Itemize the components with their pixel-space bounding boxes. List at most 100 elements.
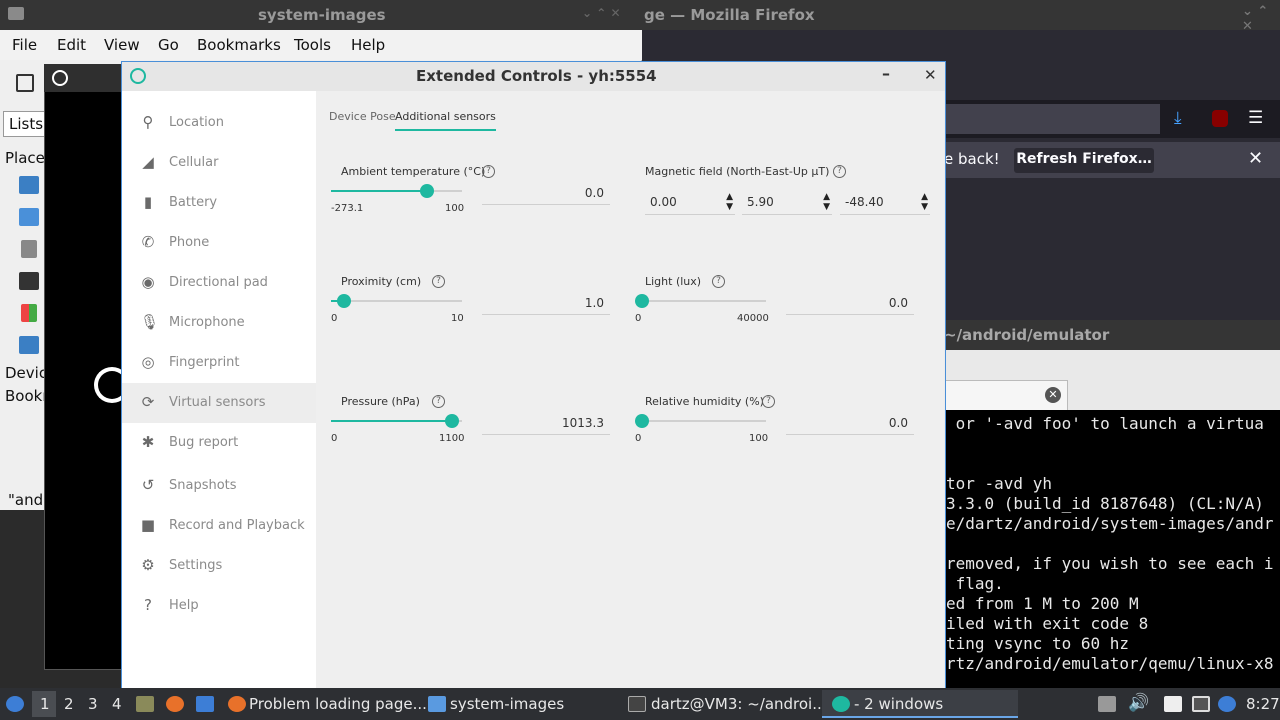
humidity-input[interactable]: 0.0 — [786, 413, 914, 435]
workspace-4[interactable]: 4 — [112, 695, 122, 713]
updates-icon[interactable] — [1218, 696, 1236, 712]
proximity-input[interactable]: 1.0 — [482, 293, 610, 315]
volume-icon[interactable]: 🔊 — [1128, 693, 1149, 713]
menu-tools[interactable]: Tools — [294, 36, 331, 54]
pressure-slider[interactable] — [444, 414, 459, 428]
file-manager-launcher-icon[interactable] — [136, 696, 154, 712]
pressure-input[interactable]: 1013.3 — [482, 413, 610, 435]
folder-task-icon — [428, 696, 446, 712]
refresh-firefox-button[interactable]: Refresh Firefox… — [1014, 148, 1154, 173]
help-icon[interactable]: ? — [712, 275, 725, 288]
help-icon[interactable]: ? — [762, 395, 775, 408]
terminal-line: ed from 1 M to 200 M — [946, 594, 1139, 613]
magnetic-y-input[interactable]: 5.90 ▲ ▼ — [742, 191, 832, 215]
window-controls: ⌄ ⌃ ✕ — [582, 6, 621, 20]
nav-cellular[interactable]: ◢ Cellular — [122, 143, 316, 183]
workspace-1[interactable]: 1 — [40, 695, 50, 713]
start-menu-icon[interactable] — [6, 696, 24, 712]
close-tab-icon[interactable]: ✕ — [1045, 387, 1061, 403]
emulator-titlebar[interactable] — [44, 64, 124, 92]
menu-view[interactable]: View — [104, 36, 140, 54]
desktop-folder-icon[interactable] — [19, 208, 39, 226]
tab-device-pose[interactable]: Device Pose — [329, 110, 396, 123]
files-task[interactable]: system-images — [450, 695, 564, 713]
terminal-output[interactable]: or '-avd foo' to launch a virtua tor -av… — [944, 410, 1280, 688]
nav-settings[interactable]: ⚙ Settings — [122, 546, 316, 586]
spin-arrows-icon[interactable]: ▲ ▼ — [823, 192, 830, 212]
download-icon[interactable]: ⤓ — [1174, 108, 1182, 128]
minimize-icon[interactable]: – — [882, 64, 890, 83]
workspace-3[interactable]: 3 — [88, 695, 98, 713]
firefox-task[interactable]: Problem loading page... — [249, 695, 427, 713]
ambient-temp-min: -273.1 — [331, 203, 364, 214]
humidity-slider[interactable] — [635, 414, 649, 428]
nav-virtual-sensors[interactable]: ⟳ Virtual sensors — [122, 383, 316, 423]
hamburger-menu-icon[interactable]: ☰ — [1248, 108, 1263, 128]
nav-help[interactable]: ? Help — [122, 586, 316, 626]
trash-icon[interactable] — [21, 240, 37, 258]
workspace-2[interactable]: 2 — [64, 695, 74, 713]
nav-location[interactable]: ⚲ Location — [122, 103, 316, 143]
menu-edit[interactable]: Edit — [57, 36, 86, 54]
sensors-panel — [316, 91, 944, 688]
spin-arrows-icon[interactable]: ▲ ▼ — [726, 192, 733, 212]
close-icon[interactable]: ✕ — [924, 66, 937, 84]
nav-bug-report[interactable]: ✱ Bug report — [122, 423, 316, 463]
tab-additional-sensors[interactable]: Additional sensors — [395, 110, 496, 131]
nav-snapshots[interactable]: ↺ Snapshots — [122, 466, 316, 506]
menu-file[interactable]: File — [12, 36, 37, 54]
light-slider[interactable] — [635, 294, 649, 308]
nav-label: Phone — [169, 235, 210, 250]
tray-eject-icon[interactable] — [1098, 696, 1116, 712]
nav-label: Cellular — [169, 155, 219, 170]
taskbar: 1 2 3 4 Problem loading page... system-i… — [0, 688, 1280, 720]
nav-microphone[interactable]: 🎙 Microphone — [122, 303, 316, 343]
ambient-temp-slider[interactable] — [419, 184, 434, 198]
nav-fingerprint[interactable]: ◎ Fingerprint — [122, 343, 316, 383]
ambient-temp-input[interactable]: 0.0 — [482, 183, 610, 205]
network-folder-icon[interactable] — [19, 336, 39, 354]
menu-bookmarks[interactable]: Bookmarks — [197, 36, 281, 54]
help-icon[interactable]: ? — [432, 395, 445, 408]
nav-record-playback[interactable]: ■ Record and Playback — [122, 506, 316, 546]
nav-label: Directional pad — [169, 275, 268, 290]
terminal-tab[interactable]: ✕ — [944, 380, 1068, 410]
nav-label: Bug report — [169, 435, 239, 450]
ublock-icon[interactable] — [1212, 110, 1228, 127]
apps-icon[interactable] — [21, 304, 37, 322]
nav-directional-pad[interactable]: ◉ Directional pad — [122, 263, 316, 303]
clock[interactable]: 8:27 — [1246, 695, 1280, 713]
firefox-launcher-icon[interactable] — [166, 696, 184, 712]
close-notice-icon[interactable]: ✕ — [1248, 148, 1263, 169]
nav-label: Settings — [169, 558, 223, 573]
clipboard-icon[interactable] — [1164, 696, 1182, 712]
nav-battery[interactable]: ▮ Battery — [122, 183, 316, 223]
magnetic-z-input[interactable]: -48.40 ▲ ▼ — [840, 191, 930, 215]
light-input[interactable]: 0.0 — [786, 293, 914, 315]
firefox-titlebar[interactable]: ge — Mozilla Firefox ⌄ ⌃ ✕ ⌄ ⌃ ✕ — [582, 0, 1280, 34]
computer-icon[interactable] — [19, 272, 39, 290]
menu-go[interactable]: Go — [158, 36, 179, 54]
url-bar[interactable] — [944, 104, 1160, 134]
help-icon[interactable]: ? — [432, 275, 445, 288]
help-icon[interactable]: ? — [833, 165, 846, 178]
lists-toggle[interactable]: Lists — [3, 111, 45, 137]
home-folder-icon[interactable] — [19, 176, 39, 194]
menu-help[interactable]: Help — [351, 36, 385, 54]
spin-arrows-icon[interactable]: ▲ ▼ — [921, 192, 928, 212]
magnetic-x-input[interactable]: 0.00 ▲ ▼ — [645, 191, 735, 215]
file-manager-titlebar[interactable]: system-images — [0, 0, 642, 30]
proximity-slider[interactable] — [337, 294, 352, 308]
terminal-titlebar[interactable]: ~/android/emulator — [944, 320, 1280, 350]
humidity-min: 0 — [635, 433, 642, 444]
new-window-icon[interactable] — [16, 74, 34, 92]
terminal-task[interactable]: dartz@VM3: ~/androi... — [651, 695, 827, 713]
emulator-task[interactable]: - 2 windows — [854, 695, 943, 713]
help-icon[interactable]: ? — [482, 165, 495, 178]
folder-launcher-icon[interactable] — [196, 696, 214, 712]
help-icon: ? — [144, 596, 152, 614]
ambient-temp-label: Ambient temperature (°C) — [341, 165, 486, 178]
extended-controls-titlebar[interactable]: Extended Controls - yh:5554 – ✕ — [122, 62, 945, 91]
network-icon[interactable] — [1192, 696, 1210, 712]
nav-phone[interactable]: ✆ Phone — [122, 223, 316, 263]
